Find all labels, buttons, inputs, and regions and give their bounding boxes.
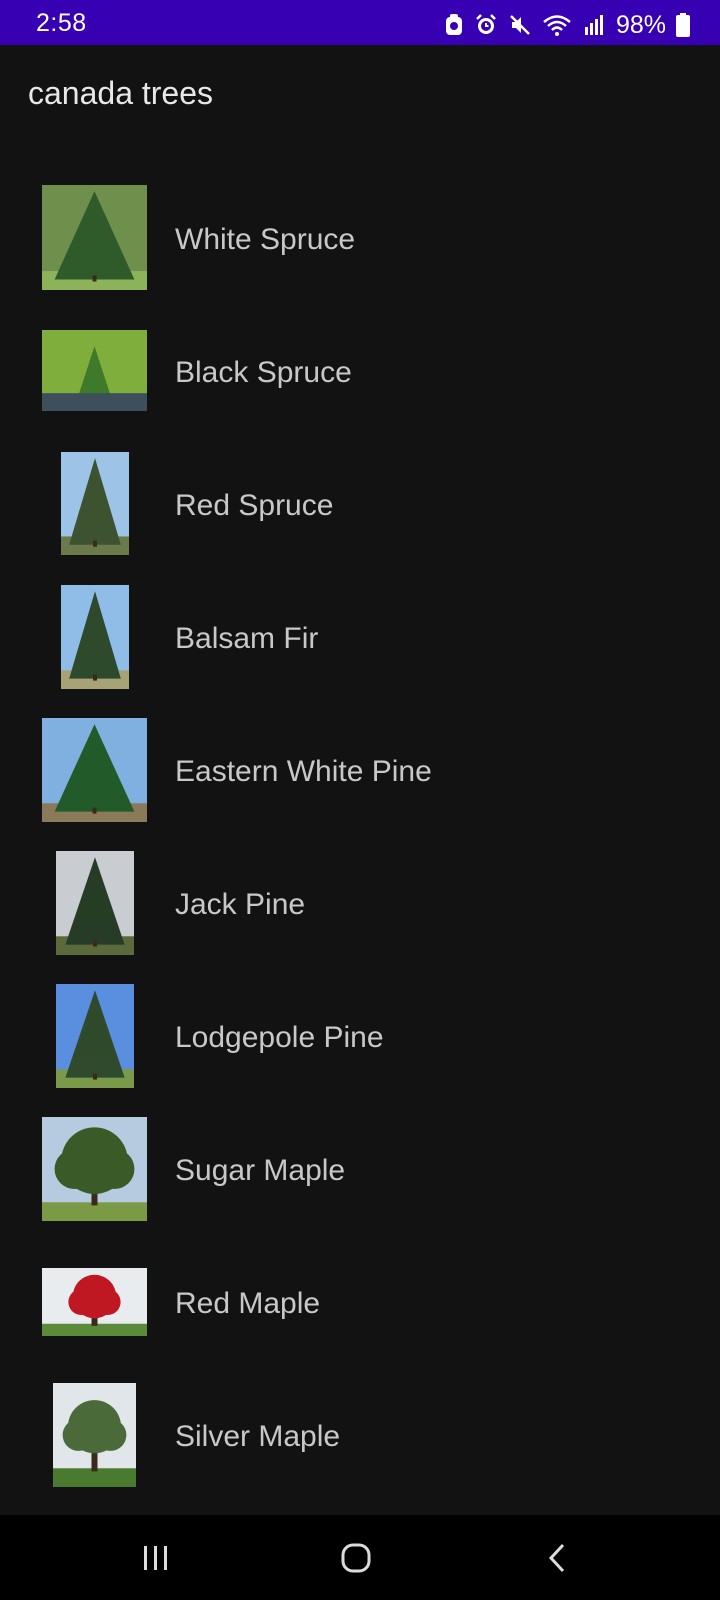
navigation-bar — [0, 1515, 720, 1600]
list-item[interactable]: Sugar Maple — [0, 1104, 720, 1237]
list-item[interactable]: Lodgepole Pine — [0, 971, 720, 1104]
back-button[interactable] — [498, 1515, 618, 1600]
list-item[interactable]: Silver Maple — [0, 1370, 720, 1503]
status-bar: 2:58 98% — [0, 0, 720, 45]
silver-maple-photo — [53, 1382, 136, 1487]
thumb-box — [42, 1382, 147, 1487]
red-maple-photo — [42, 1267, 147, 1336]
battery-percentage: 98% — [615, 11, 666, 39]
lodgepole-pine-photo — [55, 983, 134, 1088]
battery-icon — [676, 13, 690, 37]
cell-signal-icon — [582, 13, 604, 37]
balsam-fir-photo — [60, 584, 129, 689]
list-item[interactable]: Red Spruce — [0, 439, 720, 572]
app-bar: canada trees — [0, 45, 720, 145]
thumb-box — [42, 850, 147, 955]
bixby-routine-icon — [444, 13, 464, 37]
thumb-box — [42, 717, 147, 822]
list-item[interactable]: Black Spruce — [0, 306, 720, 439]
thumb-box — [42, 318, 147, 423]
list-item[interactable]: Red Maple — [0, 1237, 720, 1370]
eastern-white-pine-photo — [42, 717, 147, 822]
tree-name: Sugar Maple — [175, 1154, 346, 1187]
red-spruce-photo — [60, 452, 129, 555]
back-icon — [548, 1543, 565, 1572]
tree-list[interactable]: White Spruce Black Spruce Red Spruce Bal… — [0, 173, 720, 1515]
thumb-box — [42, 185, 147, 290]
list-item[interactable]: Eastern White Pine — [0, 705, 720, 838]
wifi-icon — [542, 13, 572, 37]
alarm-icon — [474, 13, 498, 37]
page-title: canada trees — [28, 75, 214, 111]
jack-pine-photo — [55, 850, 134, 955]
list-item[interactable]: Balsam Fir — [0, 572, 720, 705]
recent-apps-icon — [144, 1545, 167, 1570]
thumb-box — [42, 451, 147, 556]
white-spruce-photo — [42, 185, 147, 290]
home-icon — [341, 1543, 371, 1572]
black-spruce-photo — [42, 330, 147, 411]
tree-name: Lodgepole Pine — [175, 1021, 384, 1054]
tree-name: Red Spruce — [175, 489, 334, 522]
tree-name: Balsam Fir — [175, 622, 319, 655]
tree-name: Black Spruce — [175, 356, 352, 389]
status-icons: 98% — [444, 12, 690, 38]
list-item[interactable]: Jack Pine — [0, 838, 720, 971]
tree-name: Jack Pine — [175, 888, 306, 921]
thumb-box — [42, 983, 147, 1088]
sugar-maple-photo — [42, 1116, 147, 1221]
mute-icon — [508, 13, 532, 37]
status-time: 2:58 — [36, 9, 87, 37]
thumb-box — [42, 1116, 147, 1221]
thumb-box — [42, 1249, 147, 1354]
tree-name: Silver Maple — [175, 1420, 341, 1453]
home-button[interactable] — [296, 1515, 416, 1600]
tree-name: White Spruce — [175, 223, 356, 256]
tree-name: Red Maple — [175, 1287, 321, 1320]
thumb-box — [42, 584, 147, 689]
recent-apps-button[interactable] — [96, 1515, 216, 1600]
list-item[interactable]: White Spruce — [0, 173, 720, 306]
tree-name: Eastern White Pine — [175, 755, 432, 788]
